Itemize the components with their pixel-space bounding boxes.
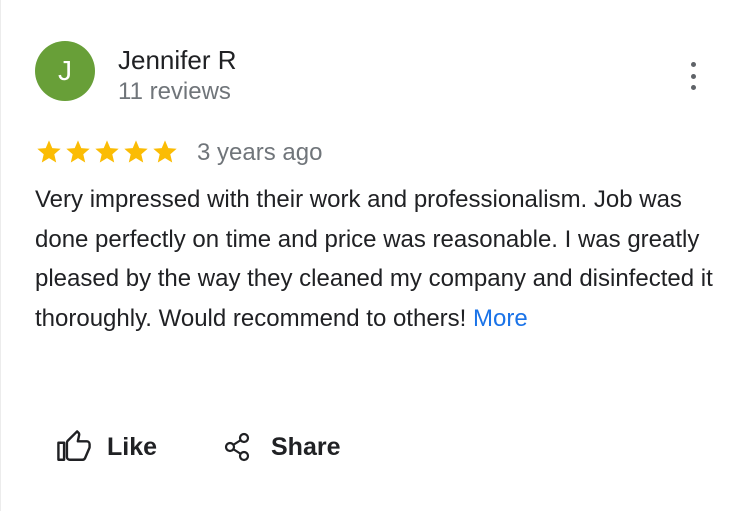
star-icon [153,140,177,163]
star-rating [35,138,179,166]
more-vert-icon[interactable] [681,62,705,90]
review-body: Very impressed with their work and profe… [35,186,713,332]
star-icon [124,140,148,163]
star-icon [37,140,61,163]
share-button[interactable]: Share [223,426,340,468]
share-label: Share [271,432,341,461]
reviewer-review-count[interactable]: 11 reviews [118,78,231,106]
thumb-up-icon [57,430,91,464]
like-button[interactable]: Like [57,426,157,468]
reviewer-name[interactable]: Jennifer R [118,45,237,76]
review-text: Very impressed with their work and profe… [35,180,715,338]
star-icon [95,140,119,163]
more-link[interactable]: More [473,305,528,332]
review-time: 3 years ago [197,139,323,166]
review-card: J Jennifer R 11 reviews 3 years ago Very… [0,0,740,511]
like-label: Like [107,432,158,461]
share-icon [223,432,251,462]
star-icon [66,140,90,163]
avatar[interactable]: J [35,41,95,101]
avatar-initial: J [58,55,72,86]
